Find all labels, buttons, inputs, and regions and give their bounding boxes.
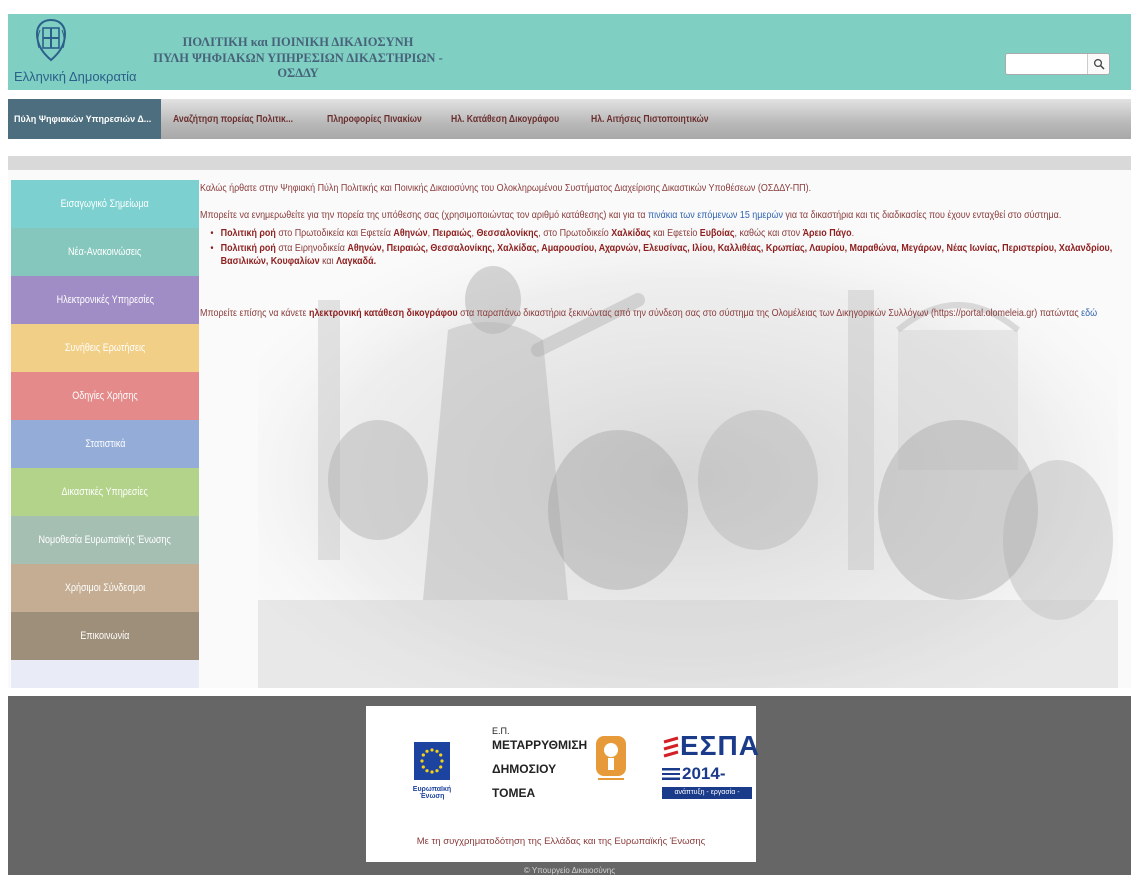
op-label: Ε.Π. [492, 726, 510, 736]
sidebar-item-e-services[interactable]: Ηλεκτρονικές Υπηρεσίες [11, 276, 199, 324]
sidebar-item-eu-legislation[interactable]: Νομοθεσία Ευρωπαϊκής Ένωσης [11, 516, 199, 564]
sidebar-item-label: Ηλεκτρονικές Υπηρεσίες [56, 294, 154, 306]
greek-coat-of-arms-icon [35, 18, 67, 62]
sidebar-item-label: Στατιστικά [84, 438, 126, 450]
espa-tagline: ανάπτυξη - εργασία - αλληλεγγύη [662, 787, 752, 808]
efiling-here-link[interactable]: εδώ [1081, 308, 1097, 319]
sidebar-item-label: Συνήθεις Ερωτήσεις [64, 342, 146, 354]
nav-tab-digital-services-portal[interactable]: Πύλη Ψηφιακών Υπηρεσιών Δ... [8, 99, 162, 139]
copyright-text: © Υπουργείο Δικαιοσύνης [523, 866, 616, 875]
sidebar-item-label: Επικοινωνία [80, 630, 130, 642]
nav-tab-e-filing[interactable]: Ηλ. Κατάθεση Δικογράφου [439, 99, 571, 139]
sidebar-item-contact[interactable]: Επικοινωνία [11, 612, 199, 660]
op-reform-line-1: ΜΕΤΑΡΡΥΘΜΙΣΗ [492, 738, 588, 752]
list-item: Πολιτική ροή στα Ειρηνοδικεία Αθηνών, Πε… [210, 242, 1125, 269]
sidebar-item-label: Εισαγωγικό Σημείωμα [60, 198, 150, 210]
search-button[interactable] [1087, 54, 1109, 74]
intro-paragraph: Μπορείτε να ενημερωθείτε για την πορεία … [200, 210, 1062, 222]
list-item: Πολιτική ροή στο Πρωτοδικεία και Εφετεία… [210, 227, 1125, 241]
cofunding-note: Με τη συγχρηματοδότηση της Ελλάδας και τ… [416, 836, 706, 847]
sidebar-item-court-services[interactable]: Δικαστικές Υπηρεσίες [11, 468, 199, 516]
court-lists-link[interactable]: πινάκια των επόμενων 15 ημερών [648, 210, 783, 221]
sidebar-item-label: Νέα-Ανακοινώσεις [68, 246, 142, 258]
welcome-paragraph: Καλώς ήρθατε στην Ψηφιακή Πύλη Πολιτικής… [200, 183, 812, 194]
site-header: Ελληνική Δημοκρατία ΠΟΛΙΤΙΚΗ και ΠΟΙΝΙΚΗ… [8, 14, 1131, 90]
sidebar-item-user-guide[interactable]: Οδηγίες Χρήσης [11, 372, 199, 420]
funding-logos-panel: Ευρωπαϊκή Ένωση Ε.Π. ΜΕΤΑΡΡΥΘΜΙΣΗ ΔΗΜΟΣΙ… [366, 706, 759, 862]
site-title-line-1: ΠΟΛΙΤΙΚΗ και ΠΟΙΝΙΚΗ ΔΙΚΑΙΟΣΥΝΗ [182, 35, 414, 49]
sidebar-item-label: Δικαστικές Υπηρεσίες [61, 486, 149, 498]
op-reform-line-3: ΤΟΜΕΑ [492, 786, 536, 800]
nav-tab-court-lists-info[interactable]: Πληροφορίες Πινακίων [315, 99, 434, 139]
site-title-line-2: ΠΥΛΗ ΨΗΦΙΑΚΩΝ ΥΠΗΡΕΣΙΩΝ ΔΙΚΑΣΤΗΡΙΩΝ - ΟΣ… [153, 51, 443, 80]
sidebar-item-label: Οδηγίες Χρήσης [72, 390, 138, 402]
country-name: Ελληνική Δημοκρατία [14, 69, 137, 84]
op-reform-line-2: ΔΗΜΟΣΙΟΥ [492, 762, 557, 776]
search-box [1005, 53, 1110, 75]
eu-label: Ευρωπαϊκή Ένωση [412, 786, 452, 800]
main-content-text: Καλώς ήρθατε στην Ψηφιακή Πύλη Πολιτικής… [200, 182, 1128, 334]
sidebar-item-label: Νομοθεσία Ευρωπαϊκής Ένωσης [38, 534, 172, 546]
espa-icon [663, 736, 679, 758]
search-input[interactable] [1006, 54, 1088, 74]
greek-flag-icon [662, 768, 680, 780]
sidebar-item-statistics[interactable]: Στατιστικά [11, 420, 199, 468]
eu-flag-icon [414, 742, 450, 780]
nav-tab-case-search[interactable]: Αναζήτηση πορείας Πολιτικ... [161, 99, 305, 139]
sidebar-item-useful-links[interactable]: Χρήσιμοι Σύνδεσμοι [11, 564, 199, 612]
espa-label: ΕΣΠΑ [680, 730, 760, 761]
partner-mark-icon [596, 736, 626, 780]
sidebar-item-faq[interactable]: Συνήθεις Ερωτήσεις [11, 324, 199, 372]
sidebar-item-intro-note[interactable]: Εισαγωγικό Σημείωμα [11, 180, 199, 228]
search-icon [1093, 58, 1105, 70]
content-area: Εισαγωγικό Σημείωμα Νέα-Ανακοινώσεις Ηλε… [8, 170, 1131, 688]
main-navigation: Πύλη Ψηφιακών Υπηρεσιών Δ... Αναζήτηση π… [8, 99, 1131, 139]
sidebar-item-label: Χρήσιμοι Σύνδεσμοι [64, 582, 146, 594]
site-footer: Ευρωπαϊκή Ένωση Ε.Π. ΜΕΤΑΡΡΥΘΜΙΣΗ ΔΗΜΟΣΙ… [8, 696, 1131, 875]
efiling-paragraph: Μπορείτε επίσης να κάνετε ηλεκτρονική κα… [200, 307, 1098, 319]
sidebar-item-news[interactable]: Νέα-Ανακοινώσεις [11, 228, 199, 276]
separator-strip [8, 156, 1131, 170]
nav-tab-e-certificates[interactable]: Ηλ. Αιτήσεις Πιστοποιητικών [579, 99, 721, 139]
sidebar-menu: Εισαγωγικό Σημείωμα Νέα-Ανακοινώσεις Ηλε… [11, 180, 199, 688]
civil-flow-list: Πολιτική ροή στο Πρωτοδικεία και Εφετεία… [200, 227, 1126, 269]
